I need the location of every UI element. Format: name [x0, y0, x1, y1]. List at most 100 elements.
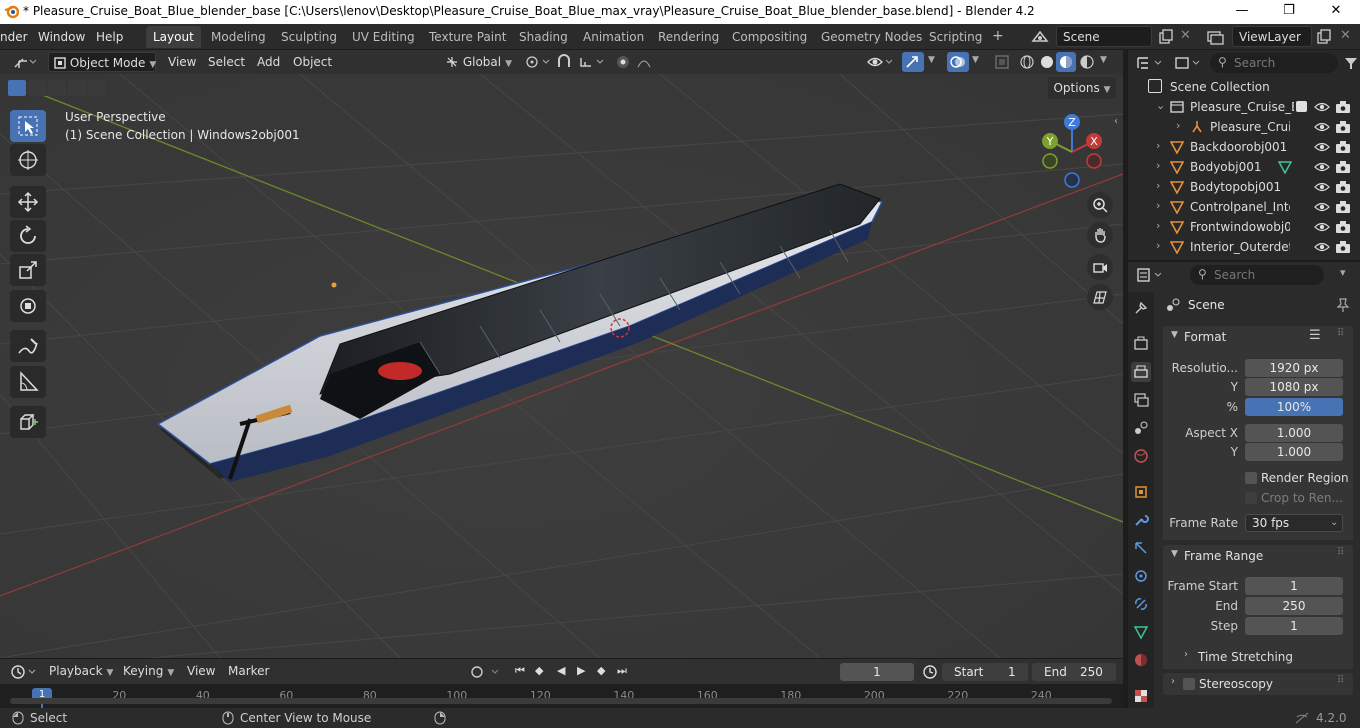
prev-keyframe-icon[interactable]: ◆	[535, 664, 543, 677]
chevron-down-icon[interactable]: ⌄	[1156, 99, 1165, 112]
tool-rotate[interactable]	[10, 220, 46, 252]
aspect-x-field[interactable]: 1.000	[1245, 424, 1343, 442]
3d-viewport[interactable]: User Perspective (1) Scene Collection | …	[0, 74, 1123, 658]
falloff-icon[interactable]	[636, 54, 666, 70]
resolution-x-field[interactable]: 1920 px	[1245, 359, 1343, 377]
outliner-row[interactable]: ⌄ Pleasure_Cruise_Bo	[1128, 97, 1360, 117]
minimize-button[interactable]: —	[1219, 0, 1265, 24]
drag-handle-icon[interactable]: ⠿	[1337, 675, 1344, 686]
outliner-row[interactable]: › Bodyobj001	[1128, 157, 1360, 177]
pin-icon[interactable]	[1336, 297, 1350, 313]
format-panel-header[interactable]: ▼ Format ☰ ⠿	[1163, 326, 1353, 348]
select-menu[interactable]: Select	[203, 52, 250, 72]
outliner-row[interactable]: › Pleasure_Cruise	[1128, 117, 1360, 137]
frame-end-field[interactable]: 250	[1245, 597, 1343, 615]
chevron-down-icon[interactable]: ▼	[928, 55, 935, 65]
chevron-down-icon[interactable]: ▼	[1100, 55, 1107, 65]
camera-render-icon[interactable]	[1335, 100, 1351, 114]
copy-scene-icon[interactable]	[1158, 29, 1174, 45]
drag-handle-icon[interactable]: ⠿	[1337, 328, 1344, 339]
outliner-editor-icon[interactable]	[1136, 55, 1166, 71]
keying-menu[interactable]: Keying ▼	[118, 661, 178, 681]
object-menu[interactable]: Object	[288, 52, 337, 72]
tab-particles[interactable]	[1131, 538, 1151, 558]
pan-button[interactable]	[1087, 222, 1113, 248]
overlay-toggle-button[interactable]	[947, 52, 969, 72]
select-new-button[interactable]	[8, 80, 26, 96]
tab-tool[interactable]	[1131, 298, 1151, 318]
eye-icon[interactable]	[1314, 220, 1330, 234]
view-layer-icon[interactable]	[1206, 29, 1226, 45]
tab-texture[interactable]	[1131, 686, 1151, 706]
select-subtract-button[interactable]	[48, 80, 66, 96]
tab-data[interactable]	[1131, 622, 1151, 642]
frame-step-field[interactable]: 1	[1245, 617, 1343, 635]
eye-icon[interactable]	[1314, 120, 1330, 134]
zoom-button[interactable]	[1087, 192, 1113, 218]
rendered-shading-icon[interactable]	[1078, 54, 1096, 70]
current-frame-field[interactable]: 1	[840, 663, 914, 681]
camera-render-icon[interactable]	[1335, 140, 1351, 154]
remove-view-layer-icon[interactable]: ✕	[1340, 28, 1351, 43]
play-reverse-icon[interactable]: ◀	[557, 664, 565, 677]
tab-sculpting[interactable]: Sculpting	[274, 26, 344, 48]
display-mode-icon[interactable]	[1174, 55, 1204, 71]
tool-select-box[interactable]	[10, 110, 46, 142]
select-extend-button[interactable]	[28, 80, 46, 96]
auto-keying-icon[interactable]	[468, 664, 504, 680]
select-invert-button[interactable]	[68, 80, 86, 96]
add-menu[interactable]: Add	[252, 52, 285, 72]
preview-range-icon[interactable]	[922, 664, 938, 680]
chevron-right-icon[interactable]: ›	[1176, 119, 1180, 132]
select-intersect-button[interactable]	[88, 80, 106, 96]
tool-measure[interactable]	[10, 366, 46, 398]
mode-dropdown[interactable]: Object Mode ▼	[48, 52, 156, 72]
properties-editor-icon[interactable]	[1136, 267, 1166, 283]
gizmo-toggle-button[interactable]	[902, 52, 924, 72]
maximize-button[interactable]: ❐	[1266, 0, 1312, 24]
tab-uv-editing[interactable]: UV Editing	[345, 26, 422, 48]
tab-physics[interactable]	[1131, 566, 1151, 586]
timeline-scrollbar[interactable]	[10, 698, 1112, 704]
camera-render-icon[interactable]	[1335, 240, 1351, 254]
outliner-row[interactable]: › Bodytopobj001	[1128, 177, 1360, 197]
time-stretching-subpanel[interactable]: › Time Stretching	[1178, 648, 1348, 666]
timeline-ruler[interactable]: 20 40 60 80 100 120 140 160 180 200 220 240 1	[0, 684, 1123, 708]
end-frame-field[interactable]: End 250	[1032, 663, 1116, 681]
next-keyframe-icon[interactable]: ◆	[597, 664, 605, 677]
editor-type-button[interactable]	[8, 52, 42, 72]
tab-compositing[interactable]: Compositing	[725, 26, 814, 48]
visibility-icon[interactable]	[866, 53, 896, 71]
outliner-row[interactable]: › Controlpanel_Inter	[1128, 197, 1360, 217]
camera-render-icon[interactable]	[1335, 160, 1351, 174]
scene-icon[interactable]	[1030, 29, 1050, 45]
tab-texture-paint[interactable]: Texture Paint	[422, 26, 513, 48]
stereoscopy-checkbox[interactable]	[1183, 678, 1195, 690]
tab-geometry-nodes[interactable]: Geometry Nodes	[814, 26, 929, 48]
outliner-row[interactable]: › Frontwindowobj00	[1128, 217, 1360, 237]
outliner-search-input[interactable]: ⚲ Search	[1210, 53, 1338, 73]
eye-icon[interactable]	[1314, 240, 1330, 254]
jump-end-icon[interactable]: ⏭	[617, 664, 627, 678]
resolution-y-field[interactable]: 1080 px	[1245, 378, 1343, 396]
timeline-view-menu[interactable]: View	[182, 661, 220, 681]
chevron-right-icon[interactable]: ›	[1156, 239, 1160, 252]
view-menu[interactable]: View	[163, 52, 201, 72]
presets-list-icon[interactable]: ☰	[1309, 328, 1321, 343]
chevron-right-icon[interactable]: ›	[1156, 179, 1160, 192]
render-region-checkbox[interactable]	[1245, 472, 1257, 484]
stereoscopy-panel-header[interactable]: › Stereoscopy ⠿	[1163, 673, 1353, 695]
menu-help[interactable]: Help	[96, 30, 123, 44]
camera-render-icon[interactable]	[1335, 180, 1351, 194]
chevron-down-icon[interactable]: ▾	[1340, 266, 1346, 279]
playback-menu[interactable]: Playback ▼	[44, 661, 116, 681]
start-frame-field[interactable]: Start 1	[942, 663, 1028, 681]
tab-render[interactable]	[1131, 334, 1151, 354]
xray-icon[interactable]	[994, 54, 1010, 70]
chevron-right-icon[interactable]: ›	[1156, 199, 1160, 212]
jump-start-icon[interactable]: ⏮	[515, 664, 525, 678]
camera-render-icon[interactable]	[1335, 120, 1351, 134]
collection-checkbox[interactable]	[1296, 101, 1307, 112]
eye-icon[interactable]	[1314, 140, 1330, 154]
solid-shading-icon[interactable]	[1038, 54, 1056, 70]
